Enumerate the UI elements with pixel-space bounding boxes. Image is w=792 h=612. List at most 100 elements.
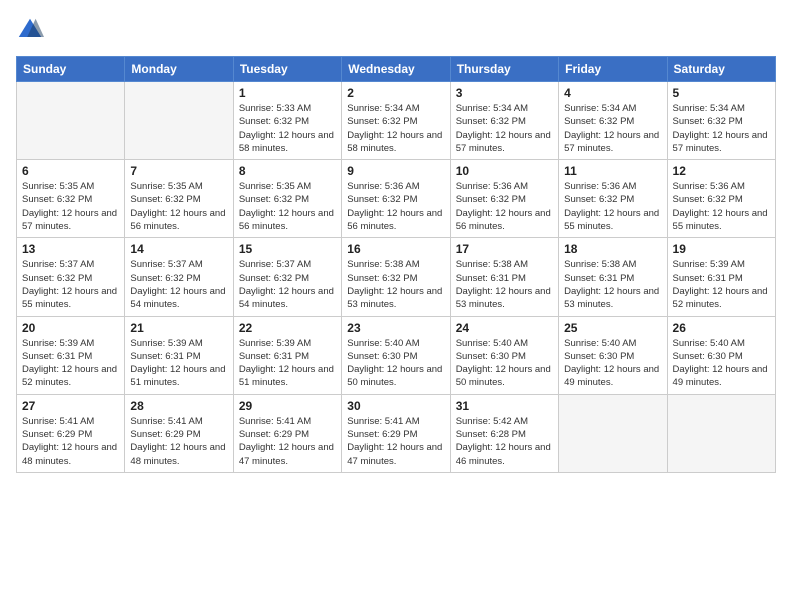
calendar-day-cell: 22 Sunrise: 5:39 AM Sunset: 6:31 PM Dayli…: [233, 316, 341, 394]
day-number: 24: [456, 321, 553, 335]
calendar-week-row: 27 Sunrise: 5:41 AM Sunset: 6:29 PM Dayli…: [17, 394, 776, 472]
day-info: Sunrise: 5:41 AM Sunset: 6:29 PM Dayligh…: [22, 415, 119, 468]
day-info: Sunrise: 5:34 AM Sunset: 6:32 PM Dayligh…: [673, 102, 770, 155]
day-info: Sunrise: 5:34 AM Sunset: 6:32 PM Dayligh…: [347, 102, 444, 155]
day-info: Sunrise: 5:34 AM Sunset: 6:32 PM Dayligh…: [564, 102, 661, 155]
calendar-day-cell: 7 Sunrise: 5:35 AM Sunset: 6:32 PM Daylig…: [125, 160, 233, 238]
calendar-day-cell: 12 Sunrise: 5:36 AM Sunset: 6:32 PM Dayli…: [667, 160, 775, 238]
calendar-week-row: 6Sunrise: 5:35 AM Sunset: 6:32 PM Daylig…: [17, 160, 776, 238]
calendar-day-cell: 4 Sunrise: 5:34 AM Sunset: 6:32 PM Daylig…: [559, 82, 667, 160]
day-info: Sunrise: 5:41 AM Sunset: 6:29 PM Dayligh…: [130, 415, 227, 468]
day-number: 21: [130, 321, 227, 335]
calendar-day-cell: 9Sunrise: 5:36 AM Sunset: 6:32 PM Daylig…: [342, 160, 450, 238]
day-number: 27: [22, 399, 119, 413]
day-number: 30: [347, 399, 444, 413]
day-info: Sunrise: 5:39 AM Sunset: 6:31 PM Dayligh…: [239, 337, 336, 390]
day-of-week-header: Saturday: [667, 57, 775, 82]
day-info: Sunrise: 5:42 AM Sunset: 6:28 PM Dayligh…: [456, 415, 553, 468]
calendar-day-cell: 29Sunrise: 5:41 AM Sunset: 6:29 PM Dayli…: [233, 394, 341, 472]
calendar-day-cell: 13 Sunrise: 5:37 AM Sunset: 6:32 PM Dayli…: [17, 238, 125, 316]
day-number: 28: [130, 399, 227, 413]
day-info: Sunrise: 5:35 AM Sunset: 6:32 PM Dayligh…: [239, 180, 336, 233]
day-number: 16: [347, 242, 444, 256]
calendar-day-cell: 26 Sunrise: 5:40 AM Sunset: 6:30 PM Dayli…: [667, 316, 775, 394]
day-of-week-header: Sunday: [17, 57, 125, 82]
day-number: 13: [22, 242, 119, 256]
calendar-table: SundayMondayTuesdayWednesdayThursdayFrid…: [16, 56, 776, 473]
day-info: Sunrise: 5:38 AM Sunset: 6:32 PM Dayligh…: [347, 258, 444, 311]
day-number: 9: [347, 164, 444, 178]
calendar-day-cell: [17, 82, 125, 160]
calendar-day-cell: 5 Sunrise: 5:34 AM Sunset: 6:32 PM Daylig…: [667, 82, 775, 160]
day-number: 26: [673, 321, 770, 335]
day-of-week-header: Wednesday: [342, 57, 450, 82]
day-number: 18: [564, 242, 661, 256]
calendar-day-cell: 11 Sunrise: 5:36 AM Sunset: 6:32 PM Dayli…: [559, 160, 667, 238]
day-number: 7: [130, 164, 227, 178]
day-number: 23: [347, 321, 444, 335]
calendar-day-cell: 16 Sunrise: 5:38 AM Sunset: 6:32 PM Dayli…: [342, 238, 450, 316]
calendar-day-cell: 10 Sunrise: 5:36 AM Sunset: 6:32 PM Dayli…: [450, 160, 558, 238]
day-info: Sunrise: 5:37 AM Sunset: 6:32 PM Dayligh…: [239, 258, 336, 311]
day-info: Sunrise: 5:35 AM Sunset: 6:32 PM Dayligh…: [130, 180, 227, 233]
calendar-day-cell: 18Sunrise: 5:38 AM Sunset: 6:31 PM Dayli…: [559, 238, 667, 316]
day-info: Sunrise: 5:37 AM Sunset: 6:32 PM Dayligh…: [130, 258, 227, 311]
calendar-day-cell: 24Sunrise: 5:40 AM Sunset: 6:30 PM Dayli…: [450, 316, 558, 394]
day-number: 5: [673, 86, 770, 100]
day-number: 15: [239, 242, 336, 256]
day-info: Sunrise: 5:36 AM Sunset: 6:32 PM Dayligh…: [564, 180, 661, 233]
day-of-week-header: Thursday: [450, 57, 558, 82]
day-info: Sunrise: 5:39 AM Sunset: 6:31 PM Dayligh…: [673, 258, 770, 311]
calendar-day-cell: 14 Sunrise: 5:37 AM Sunset: 6:32 PM Dayli…: [125, 238, 233, 316]
day-of-week-header: Friday: [559, 57, 667, 82]
calendar-day-cell: 2 Sunrise: 5:34 AM Sunset: 6:32 PM Daylig…: [342, 82, 450, 160]
day-info: Sunrise: 5:36 AM Sunset: 6:32 PM Dayligh…: [456, 180, 553, 233]
calendar-week-row: 13 Sunrise: 5:37 AM Sunset: 6:32 PM Dayli…: [17, 238, 776, 316]
day-info: Sunrise: 5:41 AM Sunset: 6:29 PM Dayligh…: [239, 415, 336, 468]
calendar-day-cell: 31 Sunrise: 5:42 AM Sunset: 6:28 PM Dayli…: [450, 394, 558, 472]
day-info: Sunrise: 5:36 AM Sunset: 6:32 PM Dayligh…: [673, 180, 770, 233]
page-header: [16, 16, 776, 44]
day-number: 11: [564, 164, 661, 178]
calendar-day-cell: 3 Sunrise: 5:34 AM Sunset: 6:32 PM Daylig…: [450, 82, 558, 160]
day-number: 22: [239, 321, 336, 335]
day-info: Sunrise: 5:37 AM Sunset: 6:32 PM Dayligh…: [22, 258, 119, 311]
day-number: 3: [456, 86, 553, 100]
day-info: Sunrise: 5:35 AM Sunset: 6:32 PM Dayligh…: [22, 180, 119, 233]
day-info: Sunrise: 5:33 AM Sunset: 6:32 PM Dayligh…: [239, 102, 336, 155]
calendar-day-cell: [125, 82, 233, 160]
day-info: Sunrise: 5:40 AM Sunset: 6:30 PM Dayligh…: [673, 337, 770, 390]
logo: [16, 16, 48, 44]
calendar-day-cell: 23 Sunrise: 5:40 AM Sunset: 6:30 PM Dayli…: [342, 316, 450, 394]
day-number: 10: [456, 164, 553, 178]
day-number: 12: [673, 164, 770, 178]
day-number: 8: [239, 164, 336, 178]
day-of-week-header: Monday: [125, 57, 233, 82]
logo-icon: [16, 16, 44, 44]
calendar-day-cell: 15 Sunrise: 5:37 AM Sunset: 6:32 PM Dayli…: [233, 238, 341, 316]
calendar-day-cell: 17Sunrise: 5:38 AM Sunset: 6:31 PM Dayli…: [450, 238, 558, 316]
calendar-day-cell: 6Sunrise: 5:35 AM Sunset: 6:32 PM Daylig…: [17, 160, 125, 238]
day-number: 2: [347, 86, 444, 100]
day-info: Sunrise: 5:40 AM Sunset: 6:30 PM Dayligh…: [564, 337, 661, 390]
calendar-day-cell: [667, 394, 775, 472]
calendar-day-cell: 19Sunrise: 5:39 AM Sunset: 6:31 PM Dayli…: [667, 238, 775, 316]
day-number: 4: [564, 86, 661, 100]
day-of-week-header: Tuesday: [233, 57, 341, 82]
calendar-day-cell: 21 Sunrise: 5:39 AM Sunset: 6:31 PM Dayli…: [125, 316, 233, 394]
calendar-day-cell: 20Sunrise: 5:39 AM Sunset: 6:31 PM Dayli…: [17, 316, 125, 394]
calendar-day-cell: 30 Sunrise: 5:41 AM Sunset: 6:29 PM Dayli…: [342, 394, 450, 472]
day-info: Sunrise: 5:34 AM Sunset: 6:32 PM Dayligh…: [456, 102, 553, 155]
calendar-day-cell: 25Sunrise: 5:40 AM Sunset: 6:30 PM Dayli…: [559, 316, 667, 394]
day-info: Sunrise: 5:40 AM Sunset: 6:30 PM Dayligh…: [347, 337, 444, 390]
day-info: Sunrise: 5:39 AM Sunset: 6:31 PM Dayligh…: [130, 337, 227, 390]
calendar-week-row: 1Sunrise: 5:33 AM Sunset: 6:32 PM Daylig…: [17, 82, 776, 160]
calendar-day-cell: 28 Sunrise: 5:41 AM Sunset: 6:29 PM Dayli…: [125, 394, 233, 472]
calendar-day-cell: [559, 394, 667, 472]
day-number: 14: [130, 242, 227, 256]
day-number: 31: [456, 399, 553, 413]
calendar-header-row: SundayMondayTuesdayWednesdayThursdayFrid…: [17, 57, 776, 82]
day-number: 17: [456, 242, 553, 256]
calendar-week-row: 20Sunrise: 5:39 AM Sunset: 6:31 PM Dayli…: [17, 316, 776, 394]
day-info: Sunrise: 5:41 AM Sunset: 6:29 PM Dayligh…: [347, 415, 444, 468]
